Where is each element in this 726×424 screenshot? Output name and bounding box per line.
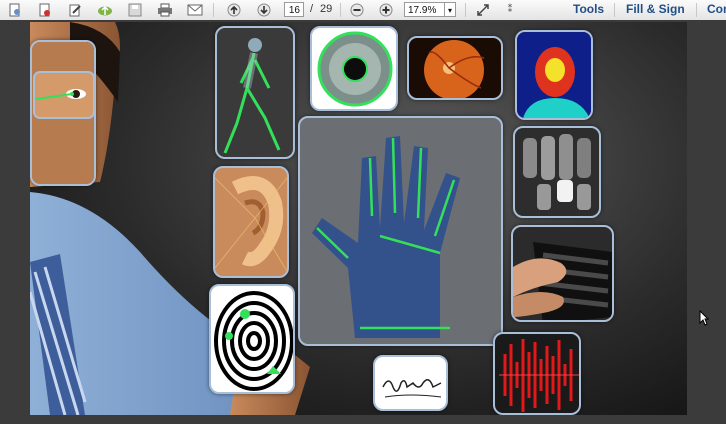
page-total: 29 bbox=[320, 3, 333, 15]
signature-icon bbox=[382, 379, 442, 398]
iris-tile bbox=[310, 26, 398, 111]
teeth-icon bbox=[523, 134, 591, 210]
waveform-icon bbox=[499, 339, 579, 412]
keyboard-icon bbox=[513, 242, 612, 320]
eye-scan-tile bbox=[30, 40, 96, 186]
ear-icon bbox=[215, 176, 287, 273]
edit-icon[interactable] bbox=[66, 1, 84, 18]
keystroke-tile bbox=[511, 225, 614, 322]
email-icon[interactable] bbox=[186, 1, 204, 18]
print-icon[interactable] bbox=[156, 1, 174, 18]
walking-person-icon bbox=[223, 38, 281, 154]
ear-tile bbox=[213, 166, 289, 278]
save-icon[interactable] bbox=[126, 1, 144, 18]
thermal-face-tile bbox=[515, 30, 593, 120]
thermal-head-icon bbox=[517, 32, 591, 118]
toolbar: 16 / 29 17.9% ▾ ⁑ Tools Fill & Sign Con bbox=[0, 0, 726, 21]
palm-print-tile bbox=[298, 116, 503, 346]
zoom-dropdown-chevron-down-icon[interactable]: ▾ bbox=[444, 2, 456, 17]
arrow-down-icon[interactable] bbox=[255, 1, 273, 18]
fingerprint-icon bbox=[214, 291, 293, 391]
zoom-input[interactable]: 17.9% bbox=[404, 2, 445, 17]
signature-tile bbox=[373, 355, 448, 411]
create-icon[interactable] bbox=[6, 1, 24, 18]
separator bbox=[614, 3, 615, 17]
page-separator: / bbox=[310, 3, 314, 15]
minus-icon[interactable] bbox=[348, 1, 366, 18]
separator bbox=[340, 3, 341, 17]
create-pdf-icon[interactable] bbox=[36, 1, 54, 18]
dental-xray-tile bbox=[513, 126, 601, 218]
fit-page-icon[interactable] bbox=[474, 1, 492, 18]
comment-menu[interactable]: Con bbox=[707, 2, 726, 17]
retina-tile bbox=[407, 36, 503, 100]
retina-icon bbox=[424, 40, 485, 98]
fingerprint-tile bbox=[209, 284, 295, 394]
plus-icon[interactable] bbox=[377, 1, 395, 18]
hand-icon bbox=[312, 136, 460, 338]
cloud-upload-icon[interactable] bbox=[96, 1, 114, 18]
mouse-pointer-icon bbox=[699, 309, 710, 331]
separator bbox=[696, 3, 697, 17]
pdf-page bbox=[30, 22, 687, 415]
tools-menu[interactable]: Tools bbox=[573, 2, 604, 17]
document-viewer[interactable] bbox=[0, 20, 726, 424]
fill-sign-menu[interactable]: Fill & Sign bbox=[626, 2, 685, 17]
gait-tile bbox=[215, 26, 295, 159]
page-number-input[interactable]: 16 bbox=[284, 2, 304, 17]
iris-icon bbox=[317, 31, 393, 107]
voice-waveform-tile bbox=[493, 332, 581, 415]
separator bbox=[465, 3, 466, 17]
arrow-up-icon[interactable] bbox=[225, 1, 243, 18]
face-eye-icon bbox=[32, 42, 94, 184]
more-tools-icon[interactable]: ⁑ bbox=[501, 1, 519, 18]
separator bbox=[213, 3, 214, 17]
